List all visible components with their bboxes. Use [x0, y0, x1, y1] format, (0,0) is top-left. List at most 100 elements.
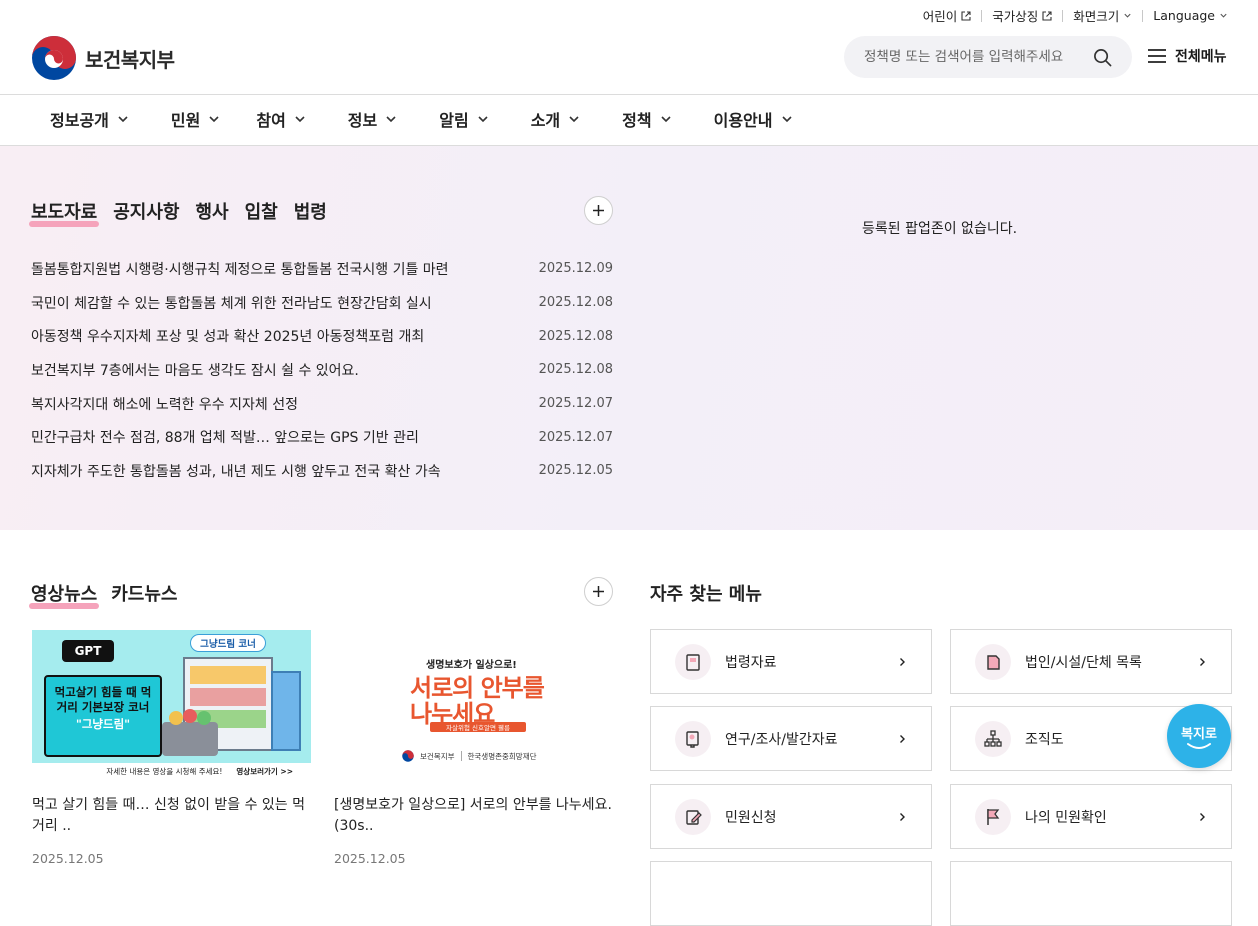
language-dropdown[interactable]: Language [1143, 8, 1228, 23]
news-date: 2025.12.07 [538, 396, 613, 412]
video-thumbnail-life-protection: 생명보호가 일상으로! 서로의 안부를 나누세요 자살위험 신호알면 웰릉 보건… [334, 630, 613, 779]
chevron-down-icon [569, 116, 579, 123]
news-title: 복지사각지대 해소에 노력한 우수 지자체 선정 [31, 396, 298, 413]
board-tab[interactable]: 행사 [196, 198, 229, 224]
quick-menu-label: 법인/시설/단체 목록 [1025, 654, 1142, 671]
thumbnail-subtitle: "그냥드림" [75, 717, 131, 731]
chevron-right-icon [1200, 812, 1205, 821]
news-title: 국민이 체감할 수 있는 통합돌봄 체계 위한 전라남도 현장간담회 실시 [31, 295, 432, 312]
external-link-icon [1042, 10, 1052, 21]
gnb-item[interactable]: 알림 [439, 107, 488, 131]
news-item[interactable]: 민간구급차 전수 점검, 88개 업체 적발… 앞으로는 GPS 기반 관리 20… [31, 420, 613, 454]
quick-menu-label: 민원신청 [725, 809, 777, 826]
news-date: 2025.12.08 [538, 328, 613, 344]
font-size-dropdown[interactable]: 화면크기 [1063, 6, 1142, 25]
video-card[interactable]: 생명보호가 일상으로! 서로의 안부를 나누세요 자살위험 신호알면 웰릉 보건… [334, 630, 614, 866]
quick-menu-corporation-list[interactable]: 법인/시설/단체 목록 [950, 629, 1232, 694]
language-label: Language [1153, 8, 1215, 23]
news-date: 2025.12.08 [538, 362, 613, 378]
document-list-icon [975, 643, 1011, 680]
news-date: 2025.12.05 [538, 463, 613, 479]
quick-menu-law-data[interactable]: 법령자료 [650, 629, 932, 694]
news-title: 지자체가 주도한 통합돌봄 성과, 내년 제도 시행 앞두고 전국 확산 가속 [31, 463, 441, 480]
news-date: 2025.12.08 [538, 295, 613, 311]
chevron-right-icon [900, 734, 905, 743]
search-input[interactable] [864, 49, 1084, 65]
quick-menu-label: 법령자료 [725, 654, 777, 671]
bokjiro-label: 복지로 [1181, 726, 1217, 742]
video-card-title: [생명보호가 일상으로] 서로의 안부를 나누세요. (30s.. [334, 797, 612, 834]
thumbnail-footer: 자세한 내용은 영상을 시청해 주세요! 영상보러가기 >> [32, 763, 311, 779]
gnb-item-label: 민원 [170, 111, 201, 130]
quick-menu-row-partial[interactable] [650, 861, 932, 926]
board-section: 보도자료 공지사항 행사 입찰 법령 돌봄통합지원법 시행령·시행규칙 제정으로 통합돌… [0, 146, 1258, 530]
thumbnail-footer-link: 영상보러가기 >> [236, 766, 293, 776]
external-link-icon [961, 10, 971, 21]
chevron-right-icon [900, 812, 905, 821]
gnb-item[interactable]: 정보 [348, 107, 397, 131]
board-tab[interactable]: 법령 [294, 198, 327, 224]
chevron-down-icon [118, 116, 128, 123]
news-date: 2025.12.09 [538, 261, 613, 277]
all-menu-button[interactable]: 전체메뉴 [1147, 46, 1227, 66]
quick-menu-label: 연구/조사/발간자료 [725, 731, 838, 748]
search-icon[interactable] [1093, 48, 1112, 67]
gnb-item[interactable]: 소개 [531, 107, 580, 131]
gnb-item[interactable]: 정책 [622, 107, 671, 131]
thumbnail-org-logos: 보건복지부 한국생명존중희망재단 [402, 750, 537, 762]
video-card[interactable]: GPT 먹고살기 힘들 때 먹거리 기본보장 코너 "그냥드림" 그냥드림 코너… [32, 630, 312, 866]
quick-menu-civil-petition[interactable]: 민원신청 [650, 784, 932, 849]
thumbnail-headline-box: 먹고살기 힘들 때 먹거리 기본보장 코너 "그냥드림" [44, 675, 162, 757]
news-item[interactable]: 국민이 체감할 수 있는 통합돌봄 체계 위한 전라남도 현장간담회 실시 202… [31, 286, 613, 320]
national-symbols-link[interactable]: 국가상징 [982, 6, 1062, 25]
gnb-item-label: 참여 [256, 111, 286, 130]
bokjiro-floating-button[interactable]: 복지로 [1167, 704, 1231, 768]
hamburger-icon [1148, 49, 1166, 63]
news-item[interactable]: 지자체가 주도한 통합돌봄 성과, 내년 제도 시행 앞두고 전국 확산 가속 2… [31, 454, 613, 488]
main-navigation: 정보공개 민원 참여 정보 알림 소개 정책 이용안내 [0, 95, 1258, 146]
video-card-date: 2025.12.05 [32, 851, 104, 866]
board-more-button[interactable] [584, 196, 613, 225]
quick-menu-row-partial[interactable] [950, 861, 1232, 926]
divider [460, 751, 462, 761]
gnb-item[interactable]: 이용안내 [714, 107, 793, 131]
board-tab[interactable]: 공지사항 [113, 198, 179, 224]
all-menu-label: 전체메뉴 [1175, 49, 1227, 65]
taegeuk-logo-icon [402, 750, 414, 762]
video-more-button[interactable] [584, 577, 613, 606]
video-tab[interactable]: 카드뉴스 [111, 580, 177, 606]
quick-menu-research-publications[interactable]: 연구/조사/발간자료 [650, 706, 932, 771]
quick-menu-my-petition[interactable]: 나의 민원확인 [950, 784, 1232, 849]
logo-text: 보건복지부 [85, 47, 175, 72]
kids-link[interactable]: 어린이 [913, 6, 982, 25]
law-book-icon [675, 643, 711, 680]
news-item[interactable]: 아동정책 우수지자체 포상 및 성과 확산 2025년 아동정책포럼 개최 202… [31, 319, 613, 353]
chevron-down-icon [1124, 13, 1131, 18]
site-header: 어린이 국가상징 화면크기 Language 보건복지부 정책명 또는 검색어를… [0, 0, 1258, 95]
plus-icon [593, 586, 604, 597]
thumbnail-org-2: 한국생명존중희망재단 [467, 751, 537, 761]
news-list: 돌봄통합지원법 시행령·시행규칙 제정으로 통합돌봄 전국시행 기틀 마련 202… [31, 252, 613, 488]
frequent-menu-title: 자주 찾는 메뉴 [650, 584, 762, 605]
quick-menu-label: 나의 민원확인 [1025, 809, 1107, 826]
thumbnail-ribbon: 자살위험 신호알면 웰릉 [430, 722, 526, 732]
news-item[interactable]: 복지사각지대 해소에 노력한 우수 지자체 선정 2025.12.07 [31, 387, 613, 421]
news-item[interactable]: 보건복지부 7층에서는 마음도 생각도 잠시 쉴 수 있어요. 2025.12.0… [31, 353, 613, 387]
news-title: 민간구급차 전수 점검, 88개 업체 적발… 앞으로는 GPS 기반 관리 [31, 430, 419, 447]
smile-icon [1187, 742, 1211, 749]
news-item[interactable]: 돌봄통합지원법 시행령·시행규칙 제정으로 통합돌봄 전국시행 기틀 마련 202… [31, 252, 613, 286]
board-tab[interactable]: 입찰 [245, 198, 278, 224]
board-tab[interactable]: 보도자료 [28, 198, 100, 227]
site-logo[interactable]: 보건복지부 [31, 35, 175, 81]
research-report-icon [675, 720, 711, 757]
news-date: 2025.12.07 [538, 429, 613, 445]
gnb-item[interactable]: 정보공개 [50, 107, 129, 131]
taegeuk-logo-icon [32, 36, 76, 80]
font-size-label: 화면크기 [1073, 9, 1120, 24]
video-tab[interactable]: 영상뉴스 [28, 580, 100, 609]
gnb-item[interactable]: 민원 [171, 107, 220, 131]
thumbnail-footer-text: 자세한 내용은 영상을 시청해 주세요! [106, 766, 223, 776]
gnb-item[interactable]: 참여 [256, 107, 305, 131]
chevron-down-icon [661, 116, 671, 123]
gnb-item-label: 알림 [439, 111, 469, 130]
